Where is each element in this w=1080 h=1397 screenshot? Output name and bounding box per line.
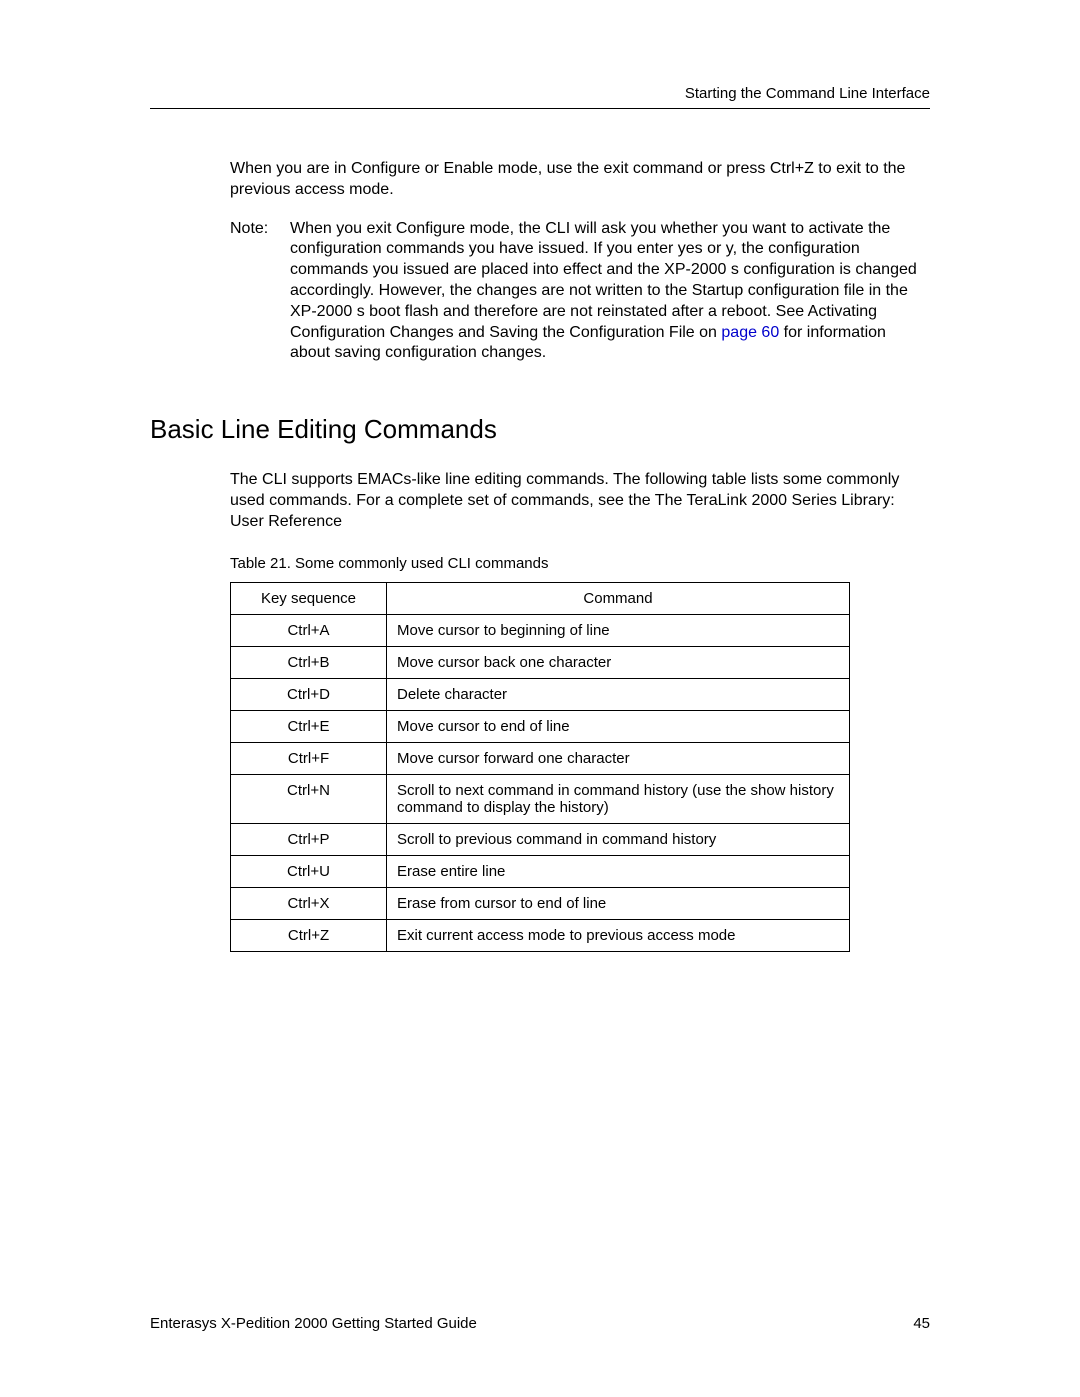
page-60-link[interactable]: page 60 <box>721 324 779 341</box>
table-header-row: Key sequence Command <box>231 582 850 614</box>
command-cell: Scroll to next command in command histor… <box>387 774 850 823</box>
section-intro: The CLI supports EMACs-like line editing… <box>230 470 930 532</box>
paragraph-configure-exit: When you are in Configure or Enable mode… <box>230 159 930 201</box>
command-cell: Erase entire line <box>387 855 850 887</box>
key-sequence-cell: Ctrl+B <box>231 646 387 678</box>
key-sequence-cell: Ctrl+F <box>231 742 387 774</box>
table-row: Ctrl+XErase from cursor to end of line <box>231 887 850 919</box>
command-cell: Move cursor forward one character <box>387 742 850 774</box>
table-row: Ctrl+BMove cursor back one character <box>231 646 850 678</box>
key-sequence-cell: Ctrl+P <box>231 823 387 855</box>
key-sequence-cell: Ctrl+A <box>231 614 387 646</box>
table-row: Ctrl+DDelete character <box>231 678 850 710</box>
command-cell: Scroll to previous command in command hi… <box>387 823 850 855</box>
table-row: Ctrl+EMove cursor to end of line <box>231 710 850 742</box>
header-command: Command <box>387 582 850 614</box>
running-title: Starting the Command Line Interface <box>685 85 930 102</box>
key-sequence-cell: Ctrl+D <box>231 678 387 710</box>
page-footer: Enterasys X-Pedition 2000 Getting Starte… <box>150 1315 930 1332</box>
command-cell: Move cursor back one character <box>387 646 850 678</box>
note-content: When you exit Configure mode, the CLI wi… <box>290 219 930 365</box>
key-sequence-cell: Ctrl+Z <box>231 919 387 951</box>
table-row: Ctrl+UErase entire line <box>231 855 850 887</box>
footer-book-title: Enterasys X-Pedition 2000 Getting Starte… <box>150 1315 477 1332</box>
note-label: Note: <box>230 219 290 365</box>
key-sequence-cell: Ctrl+E <box>231 710 387 742</box>
table-row: Ctrl+AMove cursor to beginning of line <box>231 614 850 646</box>
footer-page-number: 45 <box>913 1315 930 1332</box>
running-header: Starting the Command Line Interface <box>150 85 930 109</box>
key-sequence-cell: Ctrl+N <box>231 774 387 823</box>
command-cell: Move cursor to end of line <box>387 710 850 742</box>
cli-commands-table: Key sequence Command Ctrl+AMove cursor t… <box>230 582 850 952</box>
command-cell: Exit current access mode to previous acc… <box>387 919 850 951</box>
key-sequence-cell: Ctrl+X <box>231 887 387 919</box>
section-heading: Basic Line Editing Commands <box>150 414 930 445</box>
command-cell: Erase from cursor to end of line <box>387 887 850 919</box>
note-block: Note: When you exit Configure mode, the … <box>230 219 930 365</box>
header-key-sequence: Key sequence <box>231 582 387 614</box>
table-row: Ctrl+FMove cursor forward one character <box>231 742 850 774</box>
table-row: Ctrl+ZExit current access mode to previo… <box>231 919 850 951</box>
table-caption: Table 21. Some commonly used CLI command… <box>230 555 930 572</box>
command-cell: Move cursor to beginning of line <box>387 614 850 646</box>
command-cell: Delete character <box>387 678 850 710</box>
note-text-1: When you exit Configure mode, the CLI wi… <box>290 220 917 341</box>
table-row: Ctrl+NScroll to next command in command … <box>231 774 850 823</box>
table-row: Ctrl+PScroll to previous command in comm… <box>231 823 850 855</box>
key-sequence-cell: Ctrl+U <box>231 855 387 887</box>
